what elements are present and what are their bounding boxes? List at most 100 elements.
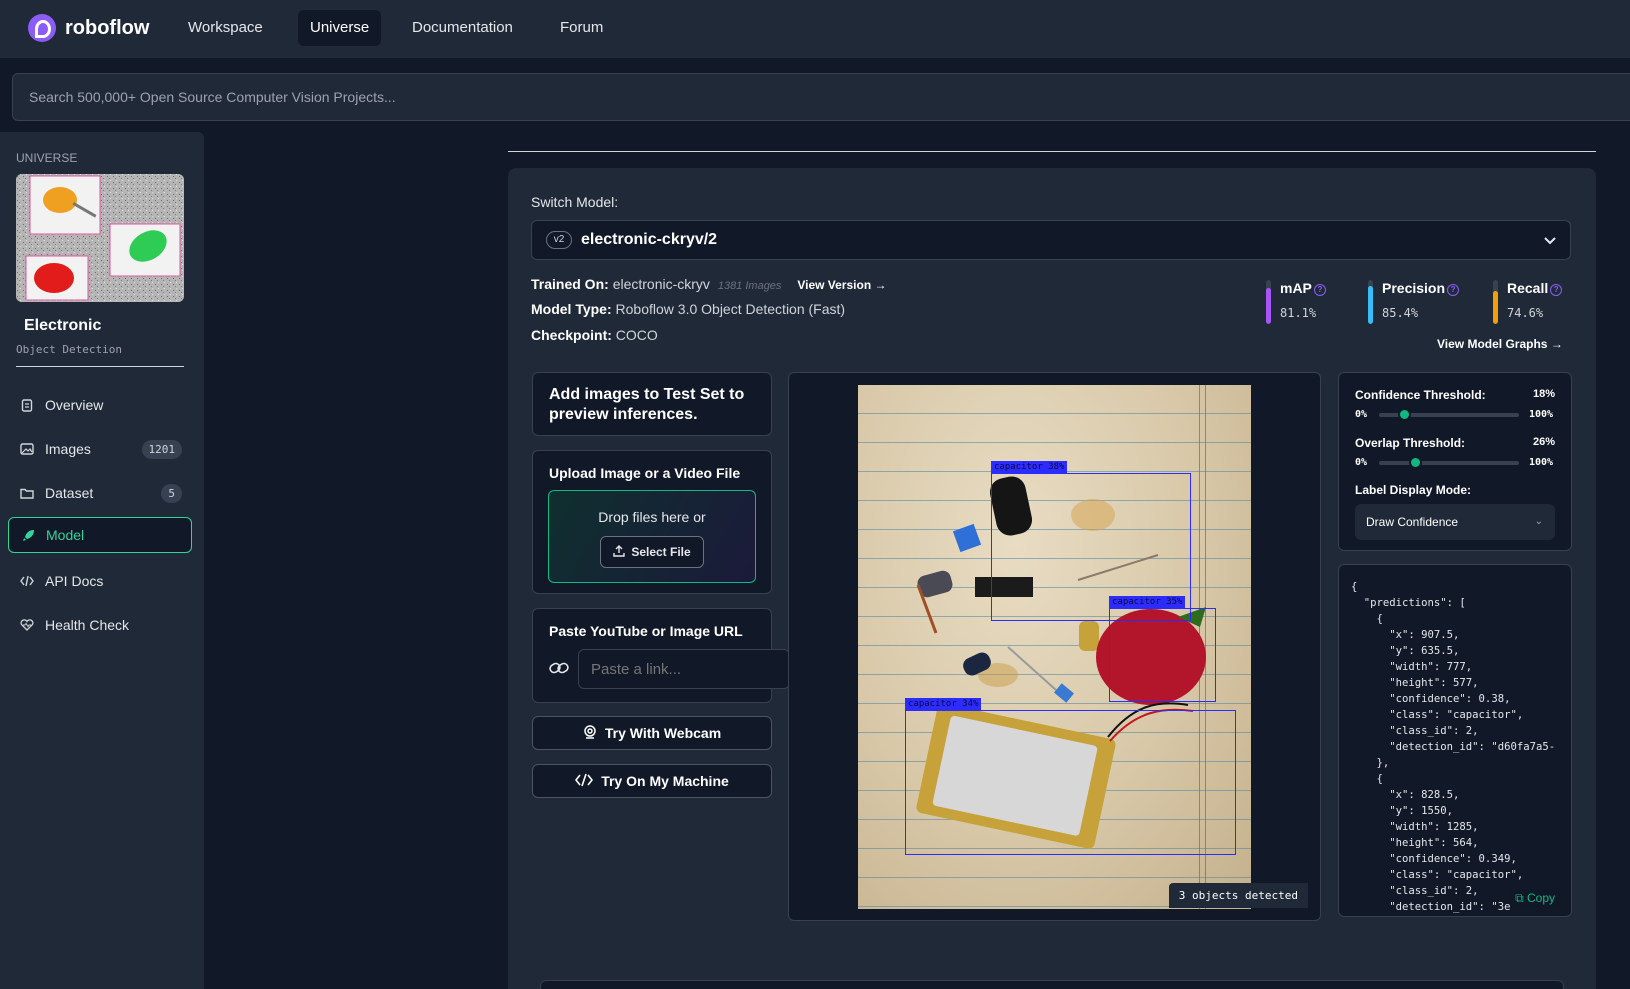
sidebar-item-label: Health Check: [45, 617, 130, 633]
dataset-count-badge: 5: [161, 483, 182, 503]
view-model-graphs-label: View Model Graphs: [1437, 337, 1548, 351]
trained-on-label: Trained On:: [531, 276, 609, 292]
sidebar-item-images[interactable]: Images 1201: [8, 431, 192, 467]
roboflow-logo[interactable]: roboflow: [28, 14, 149, 42]
upload-title: Upload Image or a Video File: [549, 465, 741, 481]
paste-url-card: Paste YouTube or Image URL: [532, 608, 790, 703]
metric-name: mAP: [1280, 280, 1312, 296]
confidence-slider[interactable]: [1379, 408, 1519, 421]
top-nav: roboflow Workspace Universe Documentatio…: [0, 0, 1630, 58]
sidebar-item-health-check[interactable]: Health Check: [8, 607, 192, 643]
metric-value: 74.6%: [1507, 306, 1544, 320]
trained-images-count: 1381 Images: [717, 280, 782, 292]
code-icon: [575, 773, 594, 790]
search-input[interactable]: [13, 74, 1630, 120]
project-name: Electronic: [24, 317, 102, 334]
json-output-panel: { "predictions": [ { "x": 907.5, "y": 63…: [1338, 564, 1572, 917]
file-dropzone[interactable]: Drop files here or Select File: [548, 490, 756, 583]
sidebar-item-api-docs[interactable]: API Docs: [8, 563, 192, 599]
view-version-label: View Version: [797, 278, 872, 292]
upload-card: Upload Image or a Video File Drop files …: [532, 450, 772, 594]
metric-name: Precision: [1382, 280, 1446, 296]
drop-files-text: Drop files here or: [598, 509, 706, 525]
inference-controls: Confidence Threshold: 18% 0% 100% Overla…: [1338, 372, 1572, 551]
help-icon[interactable]: ?: [1447, 284, 1460, 296]
copy-button[interactable]: ⧉ Copy: [1511, 889, 1559, 908]
help-icon[interactable]: ?: [1313, 284, 1326, 296]
overlap-min: 0%: [1355, 457, 1368, 468]
overlap-slider-handle[interactable]: [1409, 456, 1423, 469]
checkpoint-row: Checkpoint: COCO: [531, 327, 658, 343]
nav-workspace[interactable]: Workspace: [176, 10, 275, 46]
detection-box[interactable]: capacitor 35%: [1109, 596, 1216, 702]
view-version-link[interactable]: View Version →: [797, 278, 886, 292]
section-divider: [508, 151, 1596, 152]
overlap-max: 100%: [1529, 457, 1554, 468]
document-icon: [20, 398, 34, 412]
select-file-button[interactable]: Select File: [600, 536, 704, 568]
sidebar: UNIVERSE Electronic Object Detection Ove…: [0, 132, 204, 989]
metric-bar-fill: [1368, 286, 1373, 324]
project-thumbnail[interactable]: [16, 174, 184, 302]
detection-box[interactable]: capacitor 34%: [905, 698, 1236, 855]
view-model-graphs-link[interactable]: View Model Graphs →: [1437, 337, 1563, 351]
arrow-right-icon: →: [1550, 337, 1563, 351]
confidence-slider-handle[interactable]: [1398, 408, 1412, 421]
trained-on-value: electronic-ckryv: [612, 276, 710, 292]
nav-forum[interactable]: Forum: [548, 10, 615, 46]
confidence-threshold-value: 18%: [1532, 388, 1555, 400]
sidebar-item-label: Images: [45, 441, 91, 457]
metric-bar-fill: [1493, 291, 1498, 324]
switch-model-label: Switch Model:: [531, 194, 619, 210]
heart-pulse-icon: [20, 618, 34, 632]
project-type: Object Detection: [16, 343, 122, 356]
model-type-value: Roboflow 3.0 Object Detection (Fast): [615, 301, 846, 317]
metric-bar: [1266, 280, 1271, 324]
metric-value: 85.4%: [1382, 306, 1419, 320]
sidebar-divider: [16, 366, 184, 367]
metric-bar: [1493, 280, 1498, 324]
add-images-title: Add images to Test Set to preview infere…: [549, 386, 745, 423]
folder-icon: [20, 486, 34, 500]
sidebar-item-model[interactable]: Model: [8, 517, 192, 553]
images-count-badge: 1201: [141, 439, 182, 459]
copy-icon: ⧉: [1515, 891, 1524, 905]
paste-url-title: Paste YouTube or Image URL: [549, 623, 743, 639]
image-icon: [20, 442, 34, 456]
detection-label: capacitor 38%: [991, 461, 1068, 474]
label-display-mode-value: Draw Confidence: [1366, 515, 1459, 529]
model-name: electronic-ckryv/2: [581, 231, 718, 248]
label-display-mode-select[interactable]: Draw Confidence ⌄: [1355, 504, 1555, 540]
overlap-slider[interactable]: [1379, 456, 1519, 469]
metric-value: 81.1%: [1280, 306, 1317, 320]
confidence-threshold-label: Confidence Threshold:: [1355, 388, 1486, 402]
try-on-machine-button[interactable]: Try On My Machine: [532, 764, 772, 798]
checkpoint-value: COCO: [615, 327, 658, 343]
upload-icon: [613, 544, 626, 560]
arrow-right-icon: →: [874, 278, 887, 292]
sidebar-item-label: Overview: [45, 397, 104, 413]
rocket-icon: [21, 528, 35, 542]
chevron-down-icon: [1544, 232, 1556, 248]
switch-model-dropdown[interactable]: v2 electronic-ckryv/2: [531, 220, 1571, 260]
checkpoint-label: Checkpoint:: [531, 327, 612, 343]
try-webcam-button[interactable]: Try With Webcam: [532, 716, 772, 750]
chevron-down-icon: ⌄: [1534, 516, 1543, 527]
search-bar: [12, 73, 1630, 121]
brand-name: roboflow: [65, 16, 150, 39]
detection-label: capacitor 35%: [1109, 596, 1186, 609]
confidence-min: 0%: [1355, 409, 1368, 420]
sidebar-item-overview[interactable]: Overview: [8, 387, 192, 423]
nav-documentation[interactable]: Documentation: [400, 10, 525, 46]
trained-on-row: Trained On: electronic-ckryv 1381 Images…: [531, 276, 887, 292]
overlap-threshold-label: Overlap Threshold:: [1355, 436, 1466, 450]
roboflow-logo-icon: [28, 14, 56, 42]
model-type-row: Model Type: Roboflow 3.0 Object Detectio…: [531, 301, 845, 317]
inference-preview: capacitor 38% capacitor 35% capacitor 34…: [788, 372, 1321, 921]
nav-universe[interactable]: Universe: [298, 10, 382, 46]
metric-name: Recall: [1507, 280, 1549, 296]
sidebar-item-dataset[interactable]: Dataset 5: [8, 475, 192, 511]
paste-url-input[interactable]: [578, 649, 790, 689]
try-on-machine-label: Try On My Machine: [601, 773, 729, 789]
help-icon[interactable]: ?: [1550, 284, 1563, 296]
